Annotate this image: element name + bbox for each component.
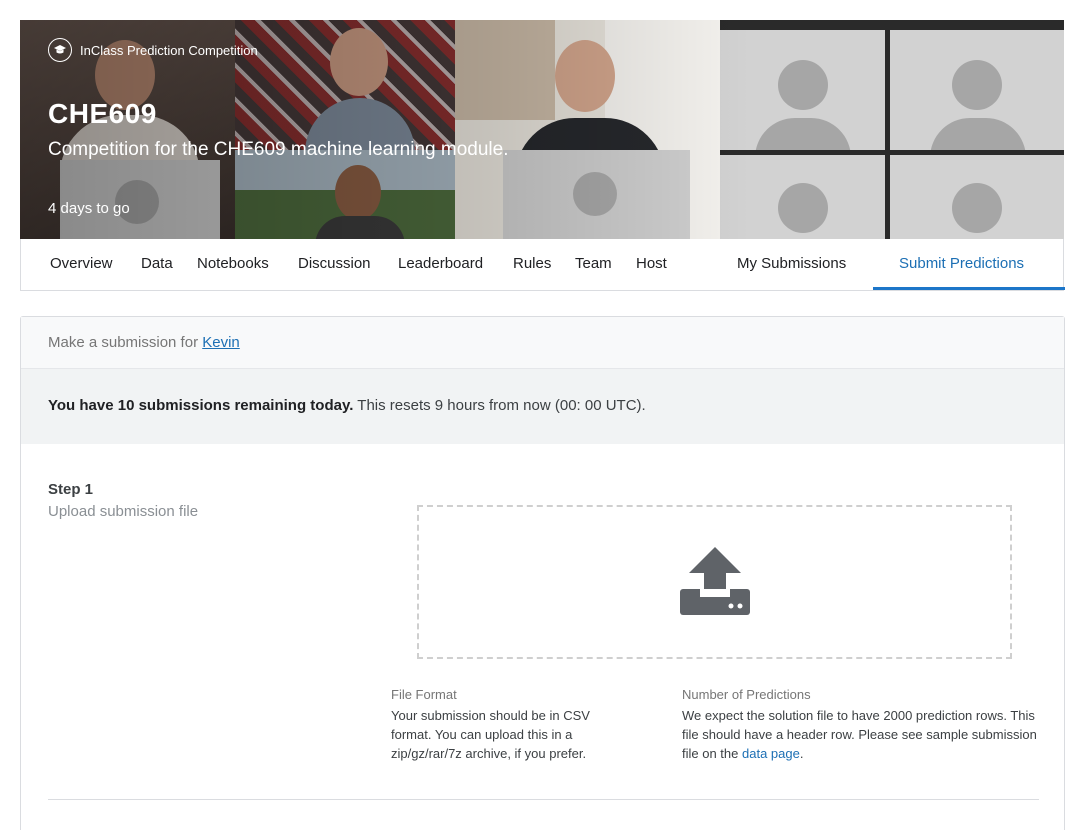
data-page-link[interactable]: data page <box>742 746 800 761</box>
submissions-remaining-notice: You have 10 submissions remaining today.… <box>21 369 1064 444</box>
competition-deadline: 4 days to go <box>48 200 130 217</box>
competition-title: CHE609 <box>48 98 157 129</box>
predictions-text: We expect the solution file to have 2000… <box>682 708 1037 761</box>
step-label: Step 1 <box>48 481 94 498</box>
competition-subtitle: Competition for the CHE609 machine learn… <box>48 139 509 160</box>
submissions-reset-text: This resets 9 hours from now (00: 00 UTC… <box>357 397 646 414</box>
submission-panel: Make a submission for Kevin You have 10 … <box>20 316 1065 830</box>
tab-team[interactable]: Team <box>575 239 612 290</box>
submissions-remaining-count: You have 10 submissions remaining today. <box>48 397 354 414</box>
tab-host[interactable]: Host <box>636 239 667 290</box>
file-format-title: File Format <box>391 687 457 702</box>
file-upload-dropzone[interactable] <box>417 505 1012 659</box>
file-format-info: File Format Your submission should be in… <box>391 685 616 763</box>
tab-my-submissions[interactable]: My Submissions <box>737 239 846 290</box>
number-of-predictions-info: Number of Predictions We expect the solu… <box>682 685 1044 763</box>
tab-overview[interactable]: Overview <box>50 239 113 290</box>
submission-header-prefix: Make a submission for <box>48 334 199 351</box>
upload-icon <box>680 547 750 615</box>
submission-header: Make a submission for Kevin <box>21 317 1064 369</box>
active-tab-indicator <box>873 287 1065 290</box>
team-name-link[interactable]: Kevin <box>202 334 240 351</box>
tab-notebooks[interactable]: Notebooks <box>197 239 269 290</box>
graduation-cap-icon <box>48 38 72 62</box>
tab-rules[interactable]: Rules <box>513 239 551 290</box>
file-format-text: Your submission should be in CSV format.… <box>391 708 590 761</box>
competition-type-label: InClass Prediction Competition <box>80 42 258 58</box>
predictions-end: . <box>799 746 804 761</box>
tab-data[interactable]: Data <box>141 239 173 290</box>
tab-submit-predictions[interactable]: Submit Predictions <box>899 239 1024 290</box>
tab-discussion[interactable]: Discussion <box>298 239 371 290</box>
competition-tabs: Overview Data Notebooks Discussion Leade… <box>20 239 1065 291</box>
step-description: Upload submission file <box>48 503 199 520</box>
section-divider <box>48 799 1039 800</box>
competition-banner: InClass Prediction Competition CHE609 Co… <box>20 20 1064 239</box>
number-of-predictions-title: Number of Predictions <box>682 687 811 702</box>
tab-leaderboard[interactable]: Leaderboard <box>398 239 483 290</box>
number-of-predictions-text: We expect the solution file to have 2000… <box>682 706 1044 763</box>
competition-type: InClass Prediction Competition <box>48 38 258 62</box>
